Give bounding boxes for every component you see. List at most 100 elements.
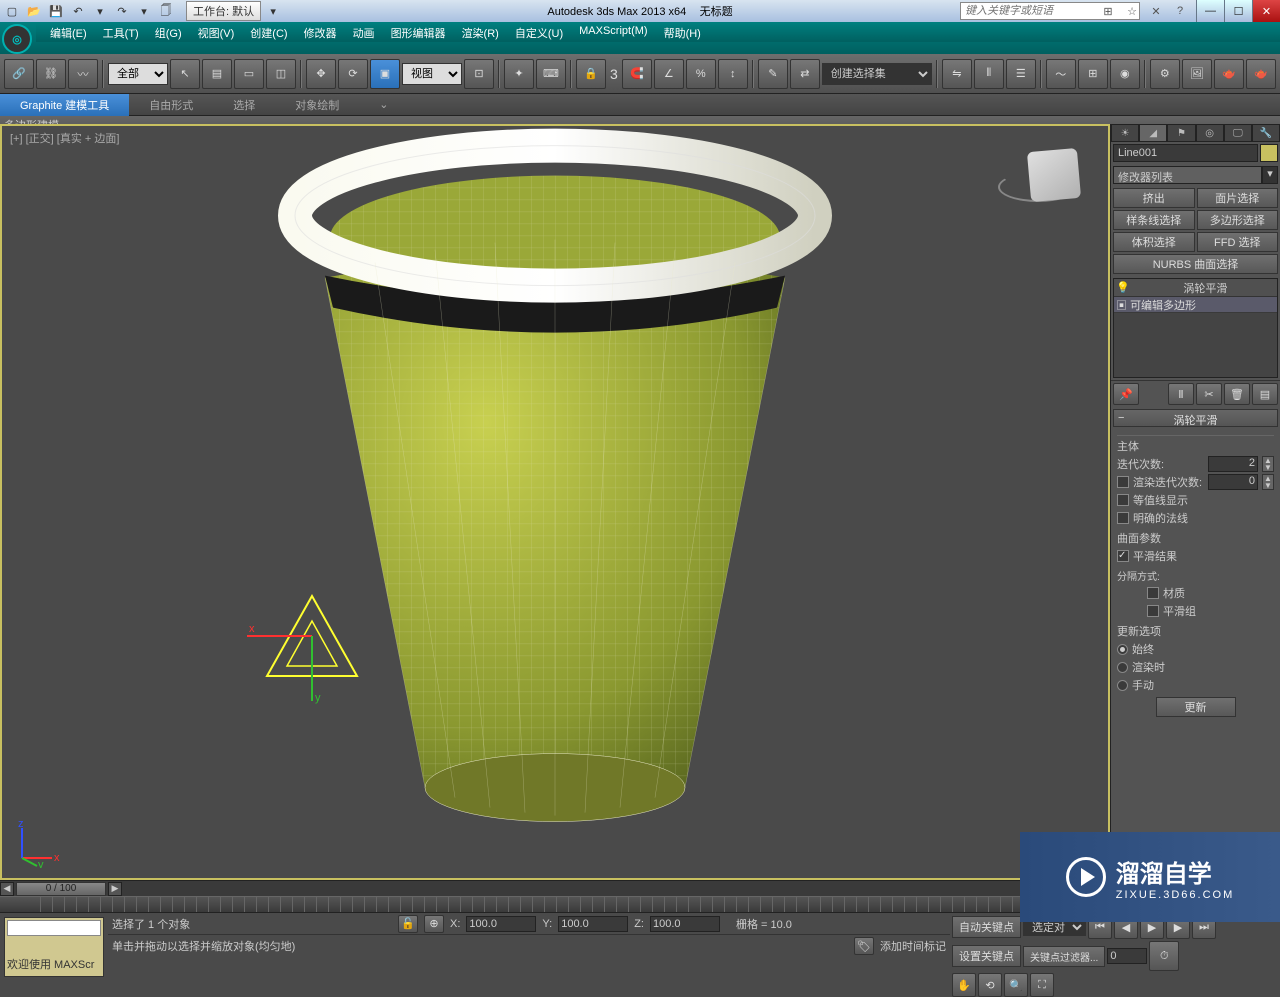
named-sel-lock-icon[interactable]: 🔒: [576, 59, 606, 89]
show-end-icon[interactable]: Ⅱ: [1168, 383, 1194, 405]
check-isoline[interactable]: [1117, 494, 1129, 506]
nav-zoom-icon[interactable]: 🔍: [1004, 973, 1028, 997]
menu-help[interactable]: 帮助(H): [656, 22, 709, 42]
ribbon-tab-selection[interactable]: 选择: [213, 94, 275, 116]
angle-snap-icon[interactable]: ∠: [654, 59, 684, 89]
menu-customize[interactable]: 自定义(U): [507, 22, 571, 42]
viewport[interactable]: [+] [正交] [真实 + 边面]: [0, 124, 1110, 880]
check-smooth-result[interactable]: [1117, 550, 1129, 562]
select-rect-icon[interactable]: ▭: [234, 59, 264, 89]
btn-nurbs[interactable]: NURBS 曲面选择: [1113, 254, 1278, 274]
minimize-button[interactable]: —: [1196, 0, 1224, 22]
menu-edit[interactable]: 编辑(E): [42, 22, 95, 42]
render-setup-icon[interactable]: ⚙: [1150, 59, 1180, 89]
redo-icon[interactable]: ↷: [112, 3, 132, 19]
selection-filter-dropdown[interactable]: 全部: [108, 63, 168, 85]
pivot-icon[interactable]: ⊡: [464, 59, 494, 89]
percent-snap-icon[interactable]: %: [686, 59, 716, 89]
maximize-button[interactable]: ☐: [1224, 0, 1252, 22]
render-prod-icon[interactable]: 🫖: [1214, 59, 1244, 89]
project-icon[interactable]: 🗍: [156, 3, 176, 19]
stack-item-turbosmooth[interactable]: 涡轮平滑: [1136, 280, 1275, 296]
z-coord-input[interactable]: [650, 916, 720, 932]
menu-animation[interactable]: 动画: [345, 22, 383, 42]
x-coord-input[interactable]: [466, 916, 536, 932]
help-icon[interactable]: ?: [1170, 3, 1190, 19]
named-selection-dropdown[interactable]: 创建选择集: [822, 63, 932, 85]
frame-input[interactable]: [1107, 948, 1147, 964]
autokey-button[interactable]: 自动关键点: [952, 916, 1021, 938]
menu-maxscript[interactable]: MAXScript(M): [571, 22, 655, 42]
star-icon[interactable]: ☆: [1122, 3, 1142, 19]
time-config-icon[interactable]: ⏱: [1149, 941, 1179, 971]
bind-spacewarp-icon[interactable]: 〰: [68, 59, 98, 89]
scale-icon[interactable]: ▣: [370, 59, 400, 89]
curve-editor-icon[interactable]: 〜: [1046, 59, 1076, 89]
radio-always[interactable]: [1117, 644, 1128, 655]
object-name-field[interactable]: Line001: [1113, 144, 1258, 162]
nav-maxview-icon[interactable]: ⛶: [1030, 973, 1054, 997]
spinner-iterations[interactable]: 2: [1208, 456, 1258, 472]
menu-group[interactable]: 组(G): [147, 22, 190, 42]
spinner-snap-icon[interactable]: ↕: [718, 59, 748, 89]
open-icon[interactable]: 📂: [24, 3, 44, 19]
make-unique-icon[interactable]: ✂: [1196, 383, 1222, 405]
snap-toggle-icon[interactable]: 🧲: [622, 59, 652, 89]
nav-arc-icon[interactable]: ⟲: [978, 973, 1002, 997]
mirror-icon[interactable]: ⇋: [942, 59, 972, 89]
btn-patchselect[interactable]: 面片选择: [1197, 188, 1279, 208]
spinner-render-iter[interactable]: 0: [1208, 474, 1258, 490]
menu-tools[interactable]: 工具(T): [95, 22, 147, 42]
redo-dd-icon[interactable]: ▾: [134, 3, 154, 19]
workspace-arrow-icon[interactable]: ▾: [263, 3, 283, 19]
menu-grapheditors[interactable]: 图形编辑器: [383, 22, 454, 42]
close-button[interactable]: ✕: [1252, 0, 1280, 22]
rollout-turbosmooth[interactable]: −涡轮平滑: [1113, 409, 1278, 427]
undo-icon[interactable]: ↶: [68, 3, 88, 19]
manip-icon[interactable]: ✦: [504, 59, 534, 89]
check-render-iter[interactable]: [1117, 476, 1129, 488]
btn-splineselect[interactable]: 样条线选择: [1113, 210, 1195, 230]
named-sel-arrows-icon[interactable]: ⇄: [790, 59, 820, 89]
setkey-button[interactable]: 设置关键点: [952, 945, 1021, 967]
tab-create-icon[interactable]: ☀: [1111, 124, 1139, 142]
tab-display-icon[interactable]: 🖵: [1224, 124, 1252, 142]
maxscript-listener[interactable]: 欢迎使用 MAXScr: [4, 917, 104, 977]
edit-named-sel-icon[interactable]: ✎: [758, 59, 788, 89]
pin-stack-icon[interactable]: 📌: [1113, 383, 1139, 405]
check-smoothgroup[interactable]: [1147, 605, 1159, 617]
link-icon[interactable]: 🔗: [4, 59, 34, 89]
window-crossing-icon[interactable]: ◫: [266, 59, 296, 89]
modifier-list-arrow-icon[interactable]: ▾: [1262, 166, 1278, 184]
time-slider[interactable]: 0 / 100: [16, 882, 106, 896]
layers-icon[interactable]: ☰: [1006, 59, 1036, 89]
check-explicit-normals[interactable]: [1117, 512, 1129, 524]
menu-views[interactable]: 视图(V): [190, 22, 243, 42]
ribbon-tab-paint[interactable]: 对象绘制: [275, 94, 359, 116]
ribbon-tab-freeform[interactable]: 自由形式: [129, 94, 213, 116]
move-icon[interactable]: ✥: [306, 59, 336, 89]
viewport-label[interactable]: [+] [正交] [真实 + 边面]: [10, 130, 119, 146]
btn-volselect[interactable]: 体积选择: [1113, 232, 1195, 252]
track-bar[interactable]: [0, 896, 1110, 912]
unlink-icon[interactable]: ⛓: [36, 59, 66, 89]
keyfilter-button[interactable]: 关键点过滤器...: [1023, 946, 1105, 967]
y-coord-input[interactable]: [558, 916, 628, 932]
btn-ffdselect[interactable]: FFD 选择: [1197, 232, 1279, 252]
align-icon[interactable]: ⫴: [974, 59, 1004, 89]
nav-pan-icon[interactable]: ✋: [952, 973, 976, 997]
configure-icon[interactable]: ▤: [1252, 383, 1278, 405]
app-menu-button[interactable]: ◎: [2, 24, 32, 54]
material-editor-icon[interactable]: ◉: [1110, 59, 1140, 89]
btn-polyselect[interactable]: 多边形选择: [1197, 210, 1279, 230]
new-icon[interactable]: ▢: [2, 3, 22, 19]
ref-coord-dropdown[interactable]: 视图: [402, 63, 462, 85]
menu-modifiers[interactable]: 修改器: [296, 22, 345, 42]
modifier-list-dropdown[interactable]: 修改器列表: [1113, 166, 1262, 184]
save-icon[interactable]: 💾: [46, 3, 66, 19]
btn-extrude[interactable]: 挤出: [1113, 188, 1195, 208]
ribbon-expand-icon[interactable]: ⌄: [359, 95, 408, 114]
render-iter-icon[interactable]: 🫖: [1246, 59, 1276, 89]
update-button[interactable]: 更新: [1156, 697, 1236, 717]
spinner-render-arrows[interactable]: ▲▼: [1262, 474, 1274, 490]
